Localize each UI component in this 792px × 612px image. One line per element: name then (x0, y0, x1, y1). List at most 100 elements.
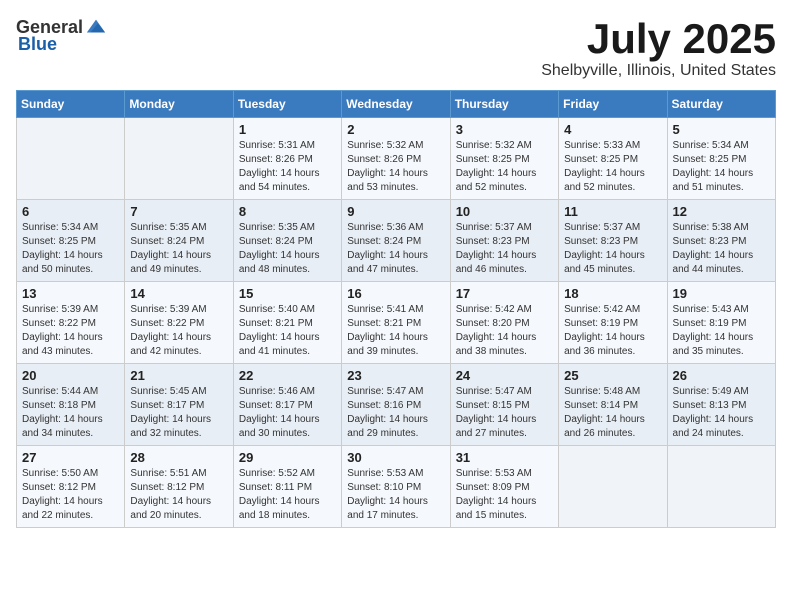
cell-details: Sunrise: 5:51 AMSunset: 8:12 PMDaylight:… (130, 467, 227, 523)
cell-details: Sunrise: 5:42 AMSunset: 8:20 PMDaylight:… (456, 303, 553, 359)
day-number: 6 (22, 204, 119, 219)
cell-details: Sunrise: 5:52 AMSunset: 8:11 PMDaylight:… (239, 467, 336, 523)
day-number: 30 (347, 450, 444, 465)
calendar-cell: 4 Sunrise: 5:33 AMSunset: 8:25 PMDaylight… (559, 118, 667, 200)
calendar-cell: 28 Sunrise: 5:51 AMSunset: 8:12 PMDayligh… (125, 446, 233, 528)
calendar-week-row: 20 Sunrise: 5:44 AMSunset: 8:18 PMDayligh… (17, 364, 776, 446)
calendar-cell: 9 Sunrise: 5:36 AMSunset: 8:24 PMDaylight… (342, 200, 450, 282)
day-number: 20 (22, 368, 119, 383)
day-number: 15 (239, 286, 336, 301)
logo: General Blue (16, 16, 107, 55)
calendar-cell: 24 Sunrise: 5:47 AMSunset: 8:15 PMDayligh… (450, 364, 558, 446)
cell-details: Sunrise: 5:31 AMSunset: 8:26 PMDaylight:… (239, 139, 336, 195)
calendar-cell: 16Sunrise: 5:41 AMSunset: 8:21 PMDayligh… (342, 282, 450, 364)
cell-details: Sunrise: 5:36 AMSunset: 8:24 PMDaylight:… (347, 221, 444, 277)
weekday-header-thursday: Thursday (450, 91, 558, 118)
cell-details: Sunrise: 5:53 AMSunset: 8:09 PMDaylight:… (456, 467, 553, 523)
day-number: 14 (130, 286, 227, 301)
cell-details: Sunrise: 5:47 AMSunset: 8:16 PMDaylight:… (347, 385, 444, 441)
day-number: 28 (130, 450, 227, 465)
calendar-cell: 2 Sunrise: 5:32 AMSunset: 8:26 PMDaylight… (342, 118, 450, 200)
day-number: 26 (673, 368, 770, 383)
day-number: 3 (456, 122, 553, 137)
cell-details: Sunrise: 5:43 AMSunset: 8:19 PMDaylight:… (673, 303, 770, 359)
calendar-cell: 30 Sunrise: 5:53 AMSunset: 8:10 PMDayligh… (342, 446, 450, 528)
calendar-cell: 17Sunrise: 5:42 AMSunset: 8:20 PMDayligh… (450, 282, 558, 364)
calendar-week-row: 6 Sunrise: 5:34 AMSunset: 8:25 PMDaylight… (17, 200, 776, 282)
cell-details: Sunrise: 5:37 AMSunset: 8:23 PMDaylight:… (564, 221, 661, 277)
cell-details: Sunrise: 5:37 AMSunset: 8:23 PMDaylight:… (456, 221, 553, 277)
month-title: July 2025 (541, 16, 776, 62)
cell-details: Sunrise: 5:47 AMSunset: 8:15 PMDaylight:… (456, 385, 553, 441)
calendar-cell: 19Sunrise: 5:43 AMSunset: 8:19 PMDayligh… (667, 282, 775, 364)
weekday-header-saturday: Saturday (667, 91, 775, 118)
day-number: 18 (564, 286, 661, 301)
cell-details: Sunrise: 5:48 AMSunset: 8:14 PMDaylight:… (564, 385, 661, 441)
calendar-cell: 3 Sunrise: 5:32 AMSunset: 8:25 PMDaylight… (450, 118, 558, 200)
calendar-cell: 13 Sunrise: 5:39 AMSunset: 8:22 PMDayligh… (17, 282, 125, 364)
calendar-table: SundayMondayTuesdayWednesdayThursdayFrid… (16, 90, 776, 528)
cell-details: Sunrise: 5:49 AMSunset: 8:13 PMDaylight:… (673, 385, 770, 441)
cell-details: Sunrise: 5:46 AMSunset: 8:17 PMDaylight:… (239, 385, 336, 441)
cell-details: Sunrise: 5:39 AMSunset: 8:22 PMDaylight:… (130, 303, 227, 359)
cell-details: Sunrise: 5:34 AMSunset: 8:25 PMDaylight:… (673, 139, 770, 195)
cell-details: Sunrise: 5:32 AMSunset: 8:26 PMDaylight:… (347, 139, 444, 195)
calendar-cell: 22 Sunrise: 5:46 AMSunset: 8:17 PMDayligh… (233, 364, 341, 446)
calendar-cell: 31 Sunrise: 5:53 AMSunset: 8:09 PMDayligh… (450, 446, 558, 528)
weekday-header-wednesday: Wednesday (342, 91, 450, 118)
calendar-cell (125, 118, 233, 200)
calendar-cell: 20 Sunrise: 5:44 AMSunset: 8:18 PMDayligh… (17, 364, 125, 446)
calendar-week-row: 1 Sunrise: 5:31 AMSunset: 8:26 PMDaylight… (17, 118, 776, 200)
calendar-cell: 25Sunrise: 5:48 AMSunset: 8:14 PMDayligh… (559, 364, 667, 446)
calendar-cell: 1 Sunrise: 5:31 AMSunset: 8:26 PMDaylight… (233, 118, 341, 200)
cell-details: Sunrise: 5:45 AMSunset: 8:17 PMDaylight:… (130, 385, 227, 441)
cell-details: Sunrise: 5:44 AMSunset: 8:18 PMDaylight:… (22, 385, 119, 441)
calendar-cell (667, 446, 775, 528)
day-number: 7 (130, 204, 227, 219)
day-number: 9 (347, 204, 444, 219)
calendar-cell: 5 Sunrise: 5:34 AMSunset: 8:25 PMDaylight… (667, 118, 775, 200)
cell-details: Sunrise: 5:35 AMSunset: 8:24 PMDaylight:… (130, 221, 227, 277)
calendar-cell (559, 446, 667, 528)
calendar-week-row: 13 Sunrise: 5:39 AMSunset: 8:22 PMDayligh… (17, 282, 776, 364)
cell-details: Sunrise: 5:35 AMSunset: 8:24 PMDaylight:… (239, 221, 336, 277)
calendar-cell: 26 Sunrise: 5:49 AMSunset: 8:13 PMDayligh… (667, 364, 775, 446)
calendar-cell: 15 Sunrise: 5:40 AMSunset: 8:21 PMDayligh… (233, 282, 341, 364)
cell-details: Sunrise: 5:34 AMSunset: 8:25 PMDaylight:… (22, 221, 119, 277)
calendar-week-row: 27Sunrise: 5:50 AMSunset: 8:12 PMDayligh… (17, 446, 776, 528)
day-number: 13 (22, 286, 119, 301)
calendar-cell (17, 118, 125, 200)
page-header: General Blue July 2025 Shelbyville, Illi… (16, 16, 776, 80)
cell-details: Sunrise: 5:40 AMSunset: 8:21 PMDaylight:… (239, 303, 336, 359)
day-number: 1 (239, 122, 336, 137)
weekday-header-sunday: Sunday (17, 91, 125, 118)
calendar-cell: 11Sunrise: 5:37 AMSunset: 8:23 PMDayligh… (559, 200, 667, 282)
calendar-cell: 12Sunrise: 5:38 AMSunset: 8:23 PMDayligh… (667, 200, 775, 282)
location: Shelbyville, Illinois, United States (541, 62, 776, 80)
day-number: 10 (456, 204, 553, 219)
calendar-cell: 14 Sunrise: 5:39 AMSunset: 8:22 PMDayligh… (125, 282, 233, 364)
calendar-cell: 21Sunrise: 5:45 AMSunset: 8:17 PMDayligh… (125, 364, 233, 446)
calendar-cell: 18Sunrise: 5:42 AMSunset: 8:19 PMDayligh… (559, 282, 667, 364)
day-number: 24 (456, 368, 553, 383)
weekday-header-tuesday: Tuesday (233, 91, 341, 118)
day-number: 31 (456, 450, 553, 465)
cell-details: Sunrise: 5:33 AMSunset: 8:25 PMDaylight:… (564, 139, 661, 195)
cell-details: Sunrise: 5:53 AMSunset: 8:10 PMDaylight:… (347, 467, 444, 523)
weekday-header-monday: Monday (125, 91, 233, 118)
day-number: 22 (239, 368, 336, 383)
calendar-cell: 27Sunrise: 5:50 AMSunset: 8:12 PMDayligh… (17, 446, 125, 528)
cell-details: Sunrise: 5:39 AMSunset: 8:22 PMDaylight:… (22, 303, 119, 359)
day-number: 23 (347, 368, 444, 383)
day-number: 5 (673, 122, 770, 137)
day-number: 16 (347, 286, 444, 301)
day-number: 2 (347, 122, 444, 137)
cell-details: Sunrise: 5:50 AMSunset: 8:12 PMDaylight:… (22, 467, 119, 523)
day-number: 29 (239, 450, 336, 465)
day-number: 8 (239, 204, 336, 219)
cell-details: Sunrise: 5:32 AMSunset: 8:25 PMDaylight:… (456, 139, 553, 195)
day-number: 4 (564, 122, 661, 137)
cell-details: Sunrise: 5:38 AMSunset: 8:23 PMDaylight:… (673, 221, 770, 277)
calendar-cell: 29 Sunrise: 5:52 AMSunset: 8:11 PMDayligh… (233, 446, 341, 528)
logo-icon (85, 16, 107, 38)
